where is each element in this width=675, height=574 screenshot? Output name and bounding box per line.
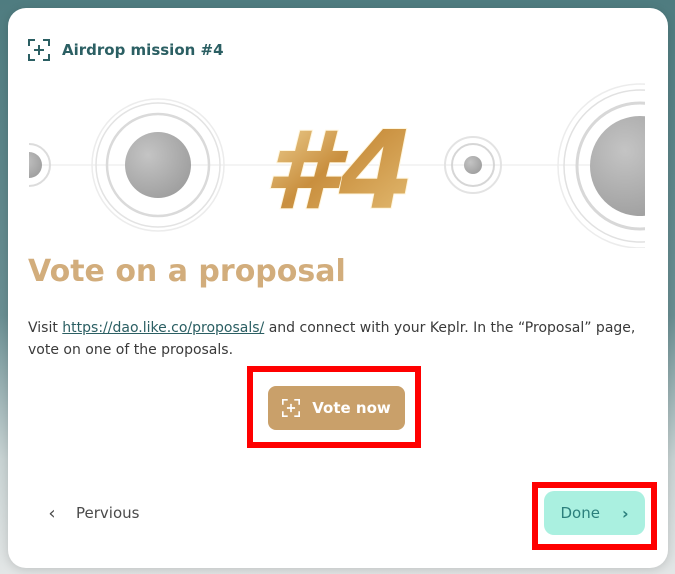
chevron-left-icon: ‹: [48, 502, 56, 524]
scan-plus-icon: [282, 399, 301, 417]
modal-title: Airdrop mission #4: [62, 41, 224, 59]
modal-header: Airdrop mission #4: [28, 38, 224, 62]
chevron-right-icon: ›: [621, 503, 629, 523]
proposals-link[interactable]: https://dao.like.co/proposals/: [62, 320, 264, 336]
vote-now-button[interactable]: Vote now: [268, 386, 405, 430]
previous-button[interactable]: ‹ Pervious: [42, 498, 139, 528]
description-prefix: Visit: [28, 320, 63, 336]
scan-plus-icon: [28, 39, 50, 61]
vote-now-label: Vote now: [312, 399, 391, 417]
done-label: Done: [560, 504, 600, 522]
mission-banner: #4: [29, 78, 645, 248]
previous-label: Pervious: [76, 504, 140, 522]
mission-number: #4: [264, 109, 414, 234]
mission-description: Visit https://dao.like.co/proposals/ and…: [28, 317, 648, 361]
mission-title: Vote on a proposal: [28, 254, 346, 289]
airdrop-mission-modal: Airdrop mission #4 #4 Vote on a proposal…: [8, 8, 668, 568]
banner-graphic: #4: [29, 83, 645, 248]
done-button[interactable]: Done ›: [544, 491, 645, 535]
orbit-large-right-edge: [557, 83, 645, 248]
